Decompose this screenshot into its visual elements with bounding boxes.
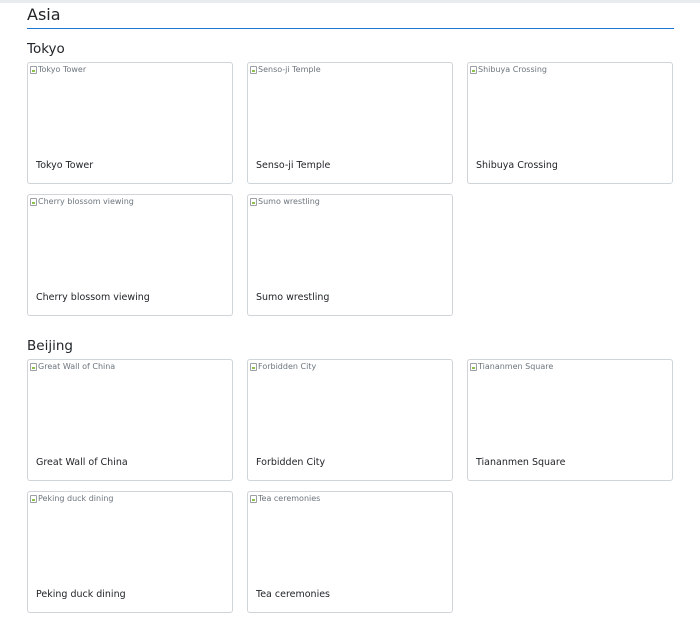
attraction-image: Sumo wrestling xyxy=(248,195,320,209)
image-alt-text: Tiananmen Square xyxy=(478,362,554,371)
broken-image-icon xyxy=(250,495,257,503)
attraction-image: Peking duck dining xyxy=(28,492,113,506)
attraction-title: Senso-ji Temple xyxy=(256,160,331,171)
attraction-card[interactable]: Senso-ji Temple Senso-ji Temple xyxy=(247,62,453,184)
attraction-image: Senso-ji Temple xyxy=(248,63,321,77)
attraction-card[interactable]: Tea ceremonies Tea ceremonies xyxy=(247,491,453,613)
attraction-card[interactable]: Cherry blossom viewing Cherry blossom vi… xyxy=(27,194,233,316)
broken-image-icon xyxy=(250,198,257,206)
image-alt-text: Great Wall of China xyxy=(38,362,116,371)
city-heading-tokyo: Tokyo xyxy=(27,41,65,57)
attraction-title: Sumo wrestling xyxy=(256,292,330,303)
attraction-card[interactable]: Great Wall of China Great Wall of China xyxy=(27,359,233,481)
image-alt-text: Forbidden City xyxy=(258,362,317,371)
attraction-card[interactable]: Tiananmen Square Tiananmen Square xyxy=(467,359,673,481)
attraction-card[interactable]: Sumo wrestling Sumo wrestling xyxy=(247,194,453,316)
broken-image-icon xyxy=(30,495,37,503)
attraction-card[interactable]: Shibuya Crossing Shibuya Crossing xyxy=(467,62,673,184)
attraction-card[interactable]: Tokyo Tower Tokyo Tower xyxy=(27,62,233,184)
attraction-image: Tea ceremonies xyxy=(248,492,320,506)
broken-image-icon xyxy=(250,66,257,74)
attraction-image: Tiananmen Square xyxy=(468,360,553,374)
broken-image-icon xyxy=(470,363,477,371)
attraction-title: Shibuya Crossing xyxy=(476,160,558,171)
attraction-image: Tokyo Tower xyxy=(28,63,86,77)
image-alt-text: Sumo wrestling xyxy=(258,197,320,206)
attraction-card[interactable]: Forbidden City Forbidden City xyxy=(247,359,453,481)
region-heading: Asia xyxy=(27,5,674,29)
attraction-image: Cherry blossom viewing xyxy=(28,195,134,209)
broken-image-icon xyxy=(470,66,477,74)
attraction-title: Tiananmen Square xyxy=(476,457,566,468)
image-alt-text: Shibuya Crossing xyxy=(478,65,547,74)
attraction-card[interactable]: Peking duck dining Peking duck dining xyxy=(27,491,233,613)
attraction-title: Great Wall of China xyxy=(36,457,128,468)
image-alt-text: Tea ceremonies xyxy=(258,494,321,503)
attraction-title: Cherry blossom viewing xyxy=(36,292,150,303)
attraction-title: Tea ceremonies xyxy=(256,589,331,600)
attraction-title: Forbidden City xyxy=(256,457,326,468)
image-alt-text: Tokyo Tower xyxy=(38,65,87,74)
attraction-title: Peking duck dining xyxy=(36,589,126,600)
image-alt-text: Senso-ji Temple xyxy=(258,65,321,74)
broken-image-icon xyxy=(30,66,37,74)
attraction-image: Forbidden City xyxy=(248,360,316,374)
broken-image-icon xyxy=(30,198,37,206)
image-alt-text: Peking duck dining xyxy=(38,494,114,503)
attraction-title: Tokyo Tower xyxy=(36,160,94,171)
broken-image-icon xyxy=(30,363,37,371)
attraction-image: Shibuya Crossing xyxy=(468,63,547,77)
broken-image-icon xyxy=(250,363,257,371)
top-divider xyxy=(0,0,700,3)
image-alt-text: Cherry blossom viewing xyxy=(38,197,134,206)
attraction-image: Great Wall of China xyxy=(28,360,115,374)
city-heading-beijing: Beijing xyxy=(27,338,73,354)
